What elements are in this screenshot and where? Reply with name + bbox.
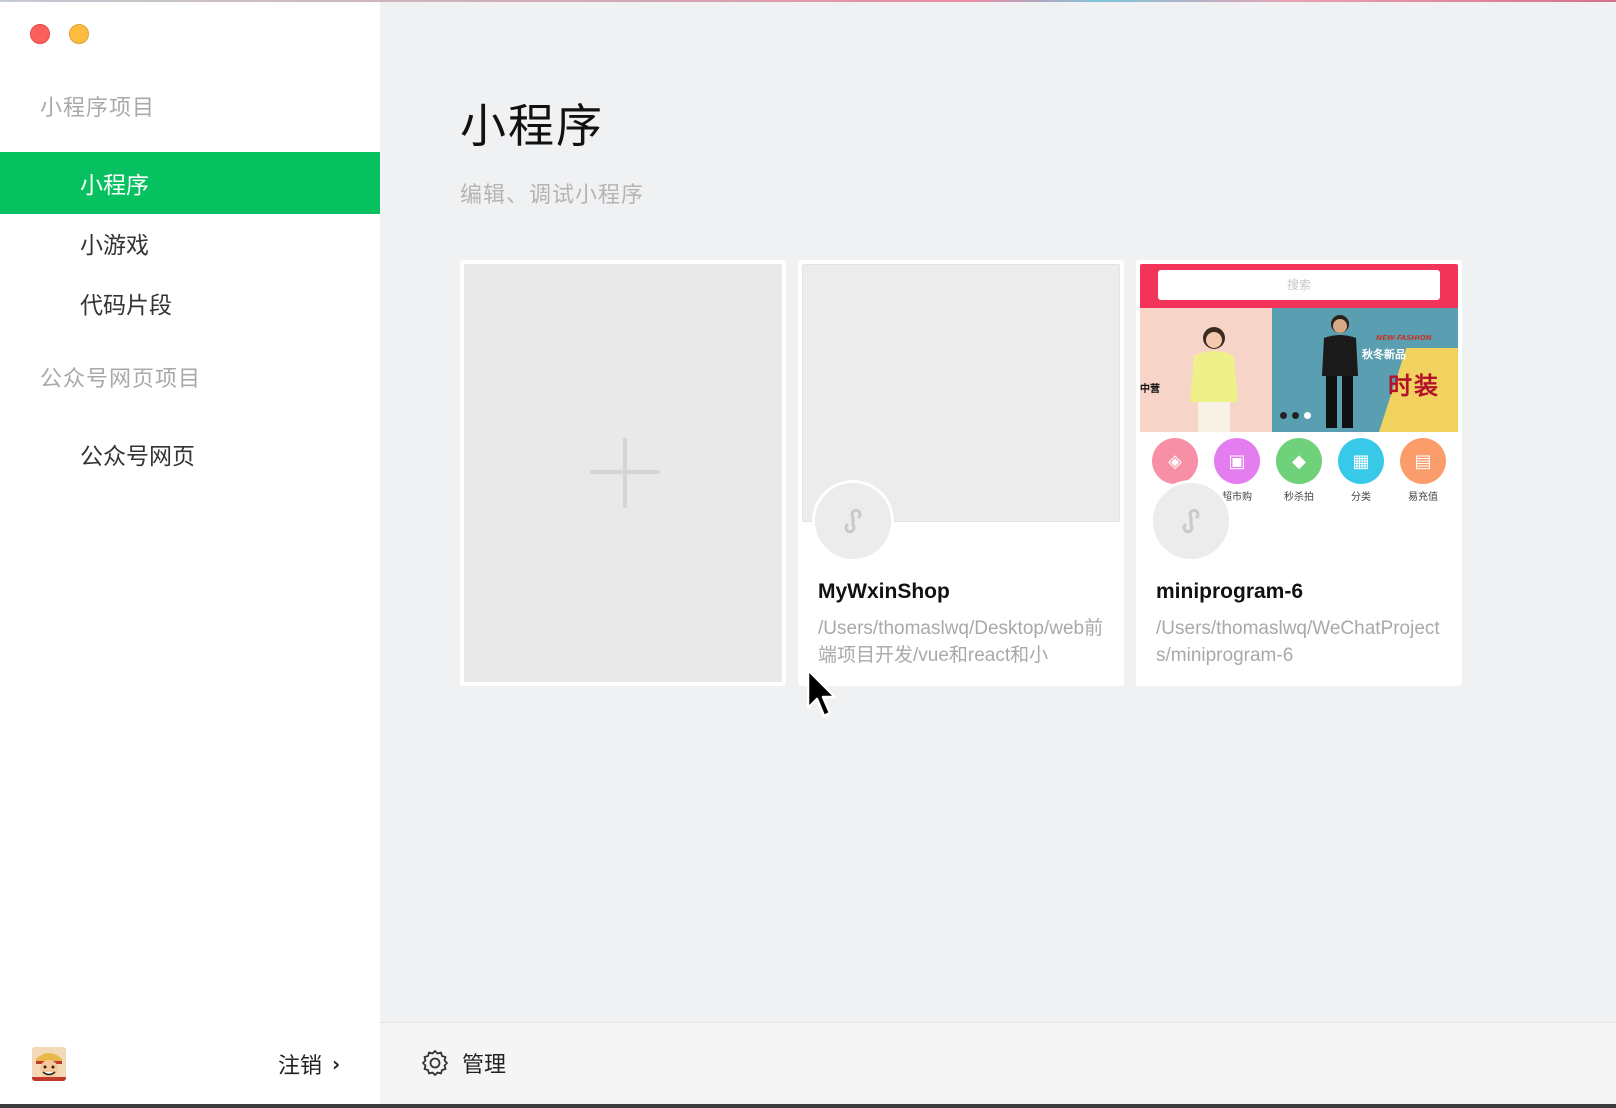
plus-icon-vertical (623, 438, 627, 508)
project-name: MyWxinShop (818, 580, 950, 603)
preview-header: 搜索 (1140, 264, 1458, 308)
preview-icon-item: ▦ 分类 (1336, 432, 1386, 522)
preview-banner-tag-left: 中营 (1140, 384, 1160, 395)
preview-banner-tag-season: 秋冬新品 (1362, 348, 1406, 361)
preview-icon-item: ◆ 秒杀拍 (1274, 432, 1324, 522)
project-card[interactable]: 搜索 中营 NEW-FASHION 秋冬新品 时装 ◈ ▣ 超市购 ◆ 秒杀拍 … (1136, 260, 1462, 686)
page-title: 小程序 (460, 99, 604, 153)
project-card[interactable]: MyWxinShop /Users/thomaslwq/Desktop/web前… (798, 260, 1124, 686)
preview-carousel-dots (1280, 412, 1311, 419)
sidebar-item-official-webpage[interactable]: 公众号网页 (0, 423, 380, 485)
preview-banner-tag-big: 时装 (1388, 372, 1440, 400)
avatar-image (32, 1047, 66, 1081)
window-bottom-edge (0, 1104, 1616, 1108)
manage-button[interactable]: 管理 (420, 1047, 506, 1079)
sidebar-item-miniprogram[interactable]: 小程序 (0, 152, 380, 214)
project-name: miniprogram-6 (1156, 580, 1304, 603)
logout-label: 注销 (278, 1054, 323, 1079)
mouse-cursor-icon (806, 668, 837, 718)
phone-icon: ▤ (1400, 438, 1446, 484)
section-title-miniprogram: 小程序项目 (40, 96, 156, 121)
preview-banner-tag-fashion: NEW-FASHION (1376, 334, 1432, 342)
miniprogram-logo (812, 480, 894, 562)
sidebar-item-label: 公众号网页 (80, 444, 195, 470)
sidebar-item-minigame[interactable]: 小游戏 (0, 212, 380, 274)
preview-model-woman (1190, 327, 1238, 432)
section-title-official-account: 公众号网页项目 (40, 367, 202, 392)
tag-icon: ◈ (1152, 438, 1198, 484)
app-window: 小程序项目 小程序 小游戏 代码片段 公众号网页项目 公众号网页 注销 › 小程… (0, 0, 1616, 1108)
preview-search-bar: 搜索 (1158, 270, 1440, 300)
logout-button[interactable]: 注销 › (278, 1048, 340, 1080)
new-project-card[interactable] (460, 260, 786, 686)
hammer-icon: ◆ (1276, 438, 1322, 484)
sidebar-item-label: 代码片段 (80, 293, 172, 319)
sidebar-item-label: 小程序 (80, 173, 149, 199)
gear-icon (422, 1050, 448, 1076)
miniprogram-logo (1150, 480, 1232, 562)
main-content: 小程序 编辑、调试小程序 MyWxinShop /Users/thomaslwq… (380, 2, 1616, 1022)
window-close-button[interactable] (30, 24, 50, 44)
sidebar-item-code-snippet[interactable]: 代码片段 (0, 272, 380, 334)
miniprogram-icon (844, 508, 862, 534)
grid-icon: ▦ (1338, 438, 1384, 484)
window-minimize-button[interactable] (69, 24, 89, 44)
chevron-right-icon: › (332, 1052, 341, 1076)
miniprogram-icon (1182, 508, 1200, 534)
sidebar-item-label: 小游戏 (80, 233, 149, 259)
sidebar: 小程序项目 小程序 小游戏 代码片段 公众号网页项目 公众号网页 注销 › (0, 2, 380, 1106)
preview-model-man (1322, 315, 1358, 428)
manage-label: 管理 (462, 1053, 507, 1078)
page-subtitle: 编辑、调试小程序 (460, 183, 645, 208)
new-project-area (464, 264, 782, 682)
preview-banner: 中营 NEW-FASHION 秋冬新品 时装 (1140, 308, 1458, 432)
basket-icon: ▣ (1214, 438, 1260, 484)
avatar[interactable] (32, 1047, 66, 1081)
bottom-bar: 管理 (380, 1022, 1616, 1108)
project-path: /Users/thomaslwq/Desktop/web前端项目开发/vue和r… (818, 618, 1104, 666)
project-path: /Users/thomaslwq/WeChatProjects/miniprog… (1156, 618, 1440, 666)
preview-icon-item: ▤ 易充值 (1398, 432, 1448, 522)
